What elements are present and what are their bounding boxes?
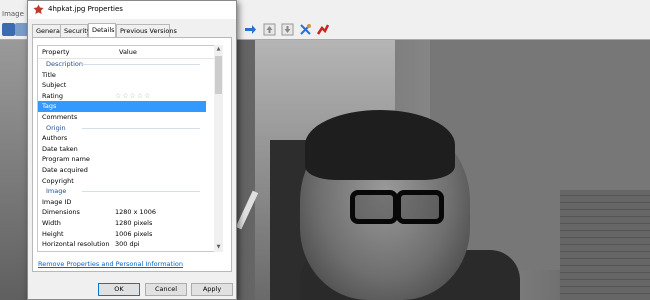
section-divider bbox=[82, 127, 200, 129]
arrow-right-icon[interactable] bbox=[244, 23, 257, 36]
section-header: Description bbox=[38, 59, 206, 70]
tab-security[interactable]: Security bbox=[60, 24, 91, 37]
property-name: Tags bbox=[42, 102, 57, 111]
property-row[interactable]: Image ID bbox=[38, 197, 206, 208]
section-header: Origin bbox=[38, 123, 206, 134]
property-row[interactable]: Subject bbox=[38, 80, 206, 91]
dialog-title-bar[interactable]: 4hpkat.jpg Properties bbox=[28, 1, 236, 19]
image-file-icon bbox=[33, 4, 44, 14]
property-row[interactable]: Date taken bbox=[38, 144, 206, 155]
section-label: Origin bbox=[46, 123, 66, 132]
tools-icon[interactable] bbox=[299, 23, 312, 36]
property-row[interactable]: Width 1280 pixels bbox=[38, 218, 206, 229]
move-down-icon[interactable] bbox=[281, 23, 294, 36]
remove-properties-link[interactable]: Remove Properties and Personal Informati… bbox=[38, 260, 183, 268]
property-row[interactable]: Dimensions 1280 x 1006 bbox=[38, 207, 206, 218]
property-name: Date taken bbox=[42, 144, 78, 153]
property-row[interactable]: Program name bbox=[38, 154, 206, 165]
tab-previous-versions[interactable]: Previous Versions bbox=[116, 24, 177, 37]
property-name: Comments bbox=[42, 112, 78, 121]
property-name: Copyright bbox=[42, 176, 74, 185]
list-header: Property Value bbox=[38, 46, 214, 59]
property-row[interactable]: Horizontal resolution 300 dpi bbox=[38, 239, 206, 250]
property-value: 1006 pixels bbox=[115, 229, 153, 238]
section-divider bbox=[82, 191, 200, 193]
section-divider bbox=[82, 64, 200, 65]
property-name: Program name bbox=[42, 155, 90, 164]
properties-list[interactable]: Property Value Description Title Subject Ra… bbox=[37, 45, 215, 252]
property-name: Authors bbox=[42, 134, 68, 143]
scroll-up-icon[interactable]: ▲ bbox=[214, 45, 223, 54]
property-name: Date acquired bbox=[42, 165, 88, 174]
property-row[interactable]: Copyright bbox=[38, 176, 206, 187]
property-row[interactable]: Comments bbox=[38, 112, 206, 123]
effects-icon[interactable] bbox=[316, 23, 329, 36]
properties-dialog: 4hpkat.jpg Properties General Security D… bbox=[27, 0, 237, 300]
property-row[interactable]: Tags bbox=[38, 101, 206, 112]
scroll-down-icon[interactable]: ▼ bbox=[214, 243, 223, 252]
property-name: Subject bbox=[42, 81, 67, 90]
section-label: Description bbox=[46, 60, 84, 68]
property-rows: Description Title Subject Rating ☆☆☆☆☆ Tags Co… bbox=[38, 59, 206, 250]
tab-general[interactable]: General bbox=[32, 24, 62, 37]
property-name: Horizontal resolution bbox=[42, 240, 110, 249]
property-name: Dimensions bbox=[42, 208, 80, 217]
property-value: 1280 pixels bbox=[115, 218, 153, 227]
rating-stars[interactable]: ☆☆☆☆☆ bbox=[115, 91, 151, 102]
property-name: Image ID bbox=[42, 197, 72, 206]
column-header-value[interactable]: Value bbox=[119, 48, 137, 56]
section-label: Image bbox=[46, 187, 67, 196]
property-value: 300 dpi bbox=[115, 240, 140, 249]
property-name: Width bbox=[42, 218, 61, 227]
property-row[interactable]: Authors bbox=[38, 133, 206, 144]
cancel-button[interactable]: Cancel bbox=[145, 283, 187, 296]
property-name: Title bbox=[42, 70, 56, 79]
scrollbar-thumb[interactable] bbox=[215, 56, 222, 94]
property-row[interactable]: Height 1006 pixels bbox=[38, 229, 206, 240]
ok-button[interactable]: OK bbox=[98, 283, 140, 296]
dialog-title: 4hpkat.jpg Properties bbox=[48, 5, 123, 13]
move-up-icon[interactable] bbox=[263, 23, 276, 36]
property-row[interactable]: Date acquired bbox=[38, 165, 206, 176]
section-header: Image bbox=[38, 186, 206, 197]
property-value: 1280 x 1006 bbox=[115, 208, 157, 217]
property-name: Height bbox=[42, 229, 64, 238]
apply-button[interactable]: Apply bbox=[191, 283, 233, 296]
property-row[interactable]: Rating ☆☆☆☆☆ bbox=[38, 91, 206, 102]
property-name: Rating bbox=[42, 91, 63, 100]
column-header-property[interactable]: Property bbox=[42, 48, 70, 56]
tab-details[interactable]: Details bbox=[88, 23, 116, 38]
viewer-menu-image[interactable]: Image bbox=[2, 10, 24, 18]
save-icon[interactable] bbox=[2, 23, 15, 36]
property-row[interactable]: Title bbox=[38, 70, 206, 81]
